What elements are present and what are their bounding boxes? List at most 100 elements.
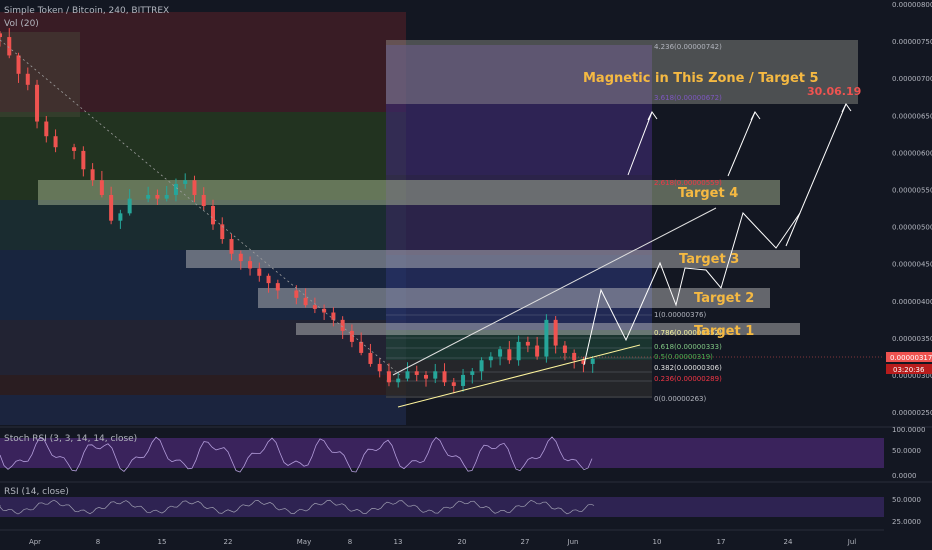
- stoch-rsi-label: Stoch RSI (3, 3, 14, 14, close): [4, 434, 138, 444]
- target-5-annotation: Magnetic in This Zone / Target 5: [583, 71, 819, 86]
- candle-body: [238, 253, 243, 262]
- candle-body: [377, 363, 382, 372]
- time-tick: 10: [653, 538, 662, 546]
- candle-body: [572, 352, 577, 361]
- candle-body: [109, 194, 114, 221]
- price-tick: 0.00000400: [892, 298, 932, 306]
- candle-body: [248, 261, 253, 269]
- price-tick: 0.00000800: [892, 1, 932, 9]
- zone-olive: [0, 32, 80, 117]
- candle-body: [0, 33, 2, 38]
- chart-canvas[interactable]: 4.236(0.00000742)3.618(0.00000672)2.618(…: [0, 0, 932, 550]
- stoch-tick: 100.0000: [892, 426, 925, 434]
- current-price-label: 0.00000317: [890, 354, 932, 362]
- date-annotation: 30.06.19: [807, 85, 861, 98]
- candle-body: [488, 356, 493, 361]
- candle-body: [16, 55, 21, 74]
- candle-body: [433, 371, 438, 379]
- candle-body: [590, 358, 595, 364]
- candle-body: [183, 180, 188, 184]
- target-5-arrow-2: [785, 103, 847, 247]
- time-tick: May: [297, 538, 311, 546]
- target-2-label: Target 2: [694, 291, 754, 306]
- zone-dark-red: [0, 375, 406, 395]
- candle-body: [44, 121, 49, 137]
- candle-body: [562, 345, 567, 353]
- candle-body: [535, 345, 540, 357]
- candle-body: [192, 180, 197, 195]
- candle-body: [155, 194, 160, 199]
- candle-body: [146, 194, 151, 199]
- candle-body: [294, 290, 299, 298]
- time-tick: Jul: [847, 538, 857, 546]
- time-tick: 27: [521, 538, 530, 546]
- candle-body: [386, 371, 391, 383]
- candle-body: [405, 371, 410, 379]
- candle-body: [53, 136, 58, 148]
- candle-body: [451, 382, 456, 386]
- candle-body: [516, 341, 521, 361]
- rsi-tick: 50.0000: [892, 496, 921, 504]
- rsi-band: [0, 497, 884, 517]
- price-tick: 0.00000450: [892, 261, 932, 269]
- candle-body: [414, 371, 419, 375]
- price-tick: 0.00000250: [892, 409, 932, 417]
- candle-body: [359, 341, 364, 353]
- fib-label-lower-4: 0.382(0.00000306): [654, 364, 722, 372]
- candle-body: [81, 150, 86, 170]
- candle-body: [201, 194, 206, 206]
- candle-body: [331, 312, 336, 320]
- candle-body: [470, 371, 475, 375]
- candle-body: [312, 305, 317, 309]
- candle-body: [424, 374, 428, 379]
- fib-label-lower-6: 0(0.00000263): [654, 395, 706, 403]
- fib-label-4236: 4.236(0.00000742): [654, 43, 722, 51]
- candle-body: [90, 169, 95, 181]
- candle-body: [340, 319, 345, 331]
- candle-body: [99, 180, 104, 195]
- countdown-label: 03:20:36: [893, 366, 925, 374]
- candle-body: [257, 268, 262, 276]
- time-tick: 13: [394, 538, 403, 546]
- candle-body: [25, 73, 30, 85]
- time-tick: Jun: [567, 538, 579, 546]
- target-4-label: Target 4: [678, 186, 738, 201]
- candle-body: [275, 283, 280, 291]
- candle-body: [479, 360, 484, 372]
- price-tick: 0.00000700: [892, 75, 932, 83]
- time-tick: 24: [784, 538, 793, 546]
- fib-label-3618: 3.618(0.00000672): [654, 94, 722, 102]
- price-tick: 0.00000550: [892, 187, 932, 195]
- time-tick: 8: [96, 538, 100, 546]
- candle-body: [303, 297, 308, 306]
- candle-body: [553, 319, 558, 346]
- fib-label-lower-2: 0.618(0.00000333): [654, 343, 722, 351]
- candle-body: [442, 371, 447, 383]
- time-tick: 15: [158, 538, 167, 546]
- candle-body: [164, 194, 169, 199]
- target-1-label: Target 1: [694, 324, 754, 339]
- fib-label-lower-5: 0.236(0.00000289): [654, 375, 722, 383]
- candle-body: [266, 275, 271, 284]
- candle-body: [118, 213, 123, 221]
- price-tick: 0.00000750: [892, 38, 932, 46]
- fib-label-lower-0: 1(0.00000376): [654, 311, 706, 319]
- candle-body: [461, 374, 466, 386]
- zone-teal: [0, 200, 406, 250]
- price-tick: 0.00000650: [892, 112, 932, 120]
- target-5-arrow-1: [727, 111, 756, 177]
- price-tick: 0.00000500: [892, 224, 932, 232]
- candle-body: [498, 349, 503, 357]
- price-tick: 0.00000600: [892, 149, 932, 157]
- rsi-tick: 25.0000: [892, 518, 921, 526]
- stoch-tick: 50.0000: [892, 447, 921, 455]
- zone-navy: [0, 395, 406, 425]
- target-3-label: Target 3: [679, 252, 739, 267]
- candle-body: [544, 319, 549, 357]
- candle-body: [525, 341, 530, 346]
- candle-body: [173, 183, 178, 195]
- candle-body: [229, 239, 234, 254]
- time-tick: 17: [717, 538, 726, 546]
- time-tick: Apr: [29, 538, 41, 546]
- candle-body: [396, 378, 401, 383]
